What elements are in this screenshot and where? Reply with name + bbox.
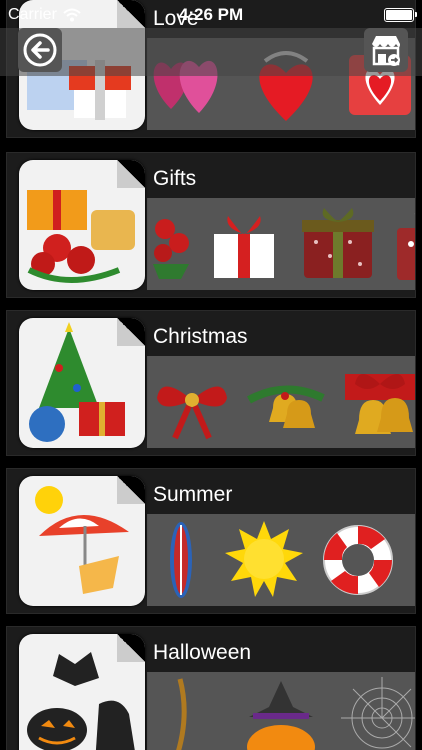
jack-o-lantern-witch-hat-thumb[interactable] xyxy=(233,677,329,750)
rose-bouquet-thumb[interactable] xyxy=(151,203,191,285)
gift-box-white-thumb[interactable] xyxy=(203,203,285,285)
halloween-icon xyxy=(19,634,145,750)
back-button[interactable] xyxy=(18,28,62,72)
gift-bells-thumb[interactable] xyxy=(339,361,415,443)
category-christmas[interactable]: Christmas xyxy=(6,310,416,456)
thumb-strip[interactable] xyxy=(147,672,415,750)
status-bar: Carrier 4:26 PM xyxy=(0,0,422,30)
thumb-strip[interactable] xyxy=(147,514,415,606)
thumb-strip[interactable] xyxy=(147,198,415,290)
store-icon xyxy=(372,36,400,66)
christmas-icon xyxy=(19,318,145,448)
summer-icon xyxy=(19,476,145,606)
battery-fill xyxy=(386,10,412,20)
sun-thumb[interactable] xyxy=(223,519,305,601)
category-summer[interactable]: Summer xyxy=(6,468,416,614)
wifi-icon xyxy=(63,8,81,22)
category-halloween[interactable]: Halloween xyxy=(6,626,416,750)
broom-thumb[interactable] xyxy=(151,677,221,750)
store-button[interactable] xyxy=(364,28,408,72)
nav-bar xyxy=(0,28,422,76)
carrier-label: Carrier xyxy=(8,6,57,23)
gifts-icon xyxy=(19,160,145,290)
battery-icon xyxy=(384,8,417,22)
lifebuoy-thumb[interactable] xyxy=(317,519,399,601)
red-bow-thumb[interactable] xyxy=(151,361,233,443)
gift-box-polka-thumb[interactable] xyxy=(391,203,415,285)
category-title: Christmas xyxy=(153,325,248,348)
category-gifts[interactable]: Gifts xyxy=(6,152,416,298)
gift-box-green-thumb[interactable] xyxy=(297,203,379,285)
category-title: Gifts xyxy=(153,167,197,190)
category-title: Summer xyxy=(153,483,233,506)
thumb-strip[interactable] xyxy=(147,356,415,448)
christmas-bells-thumb[interactable] xyxy=(245,361,327,443)
surfboard-thumb[interactable] xyxy=(151,519,211,601)
back-arrow-icon xyxy=(23,33,57,67)
category-title: Halloween xyxy=(153,641,252,664)
spider-web-thumb[interactable] xyxy=(341,677,415,750)
